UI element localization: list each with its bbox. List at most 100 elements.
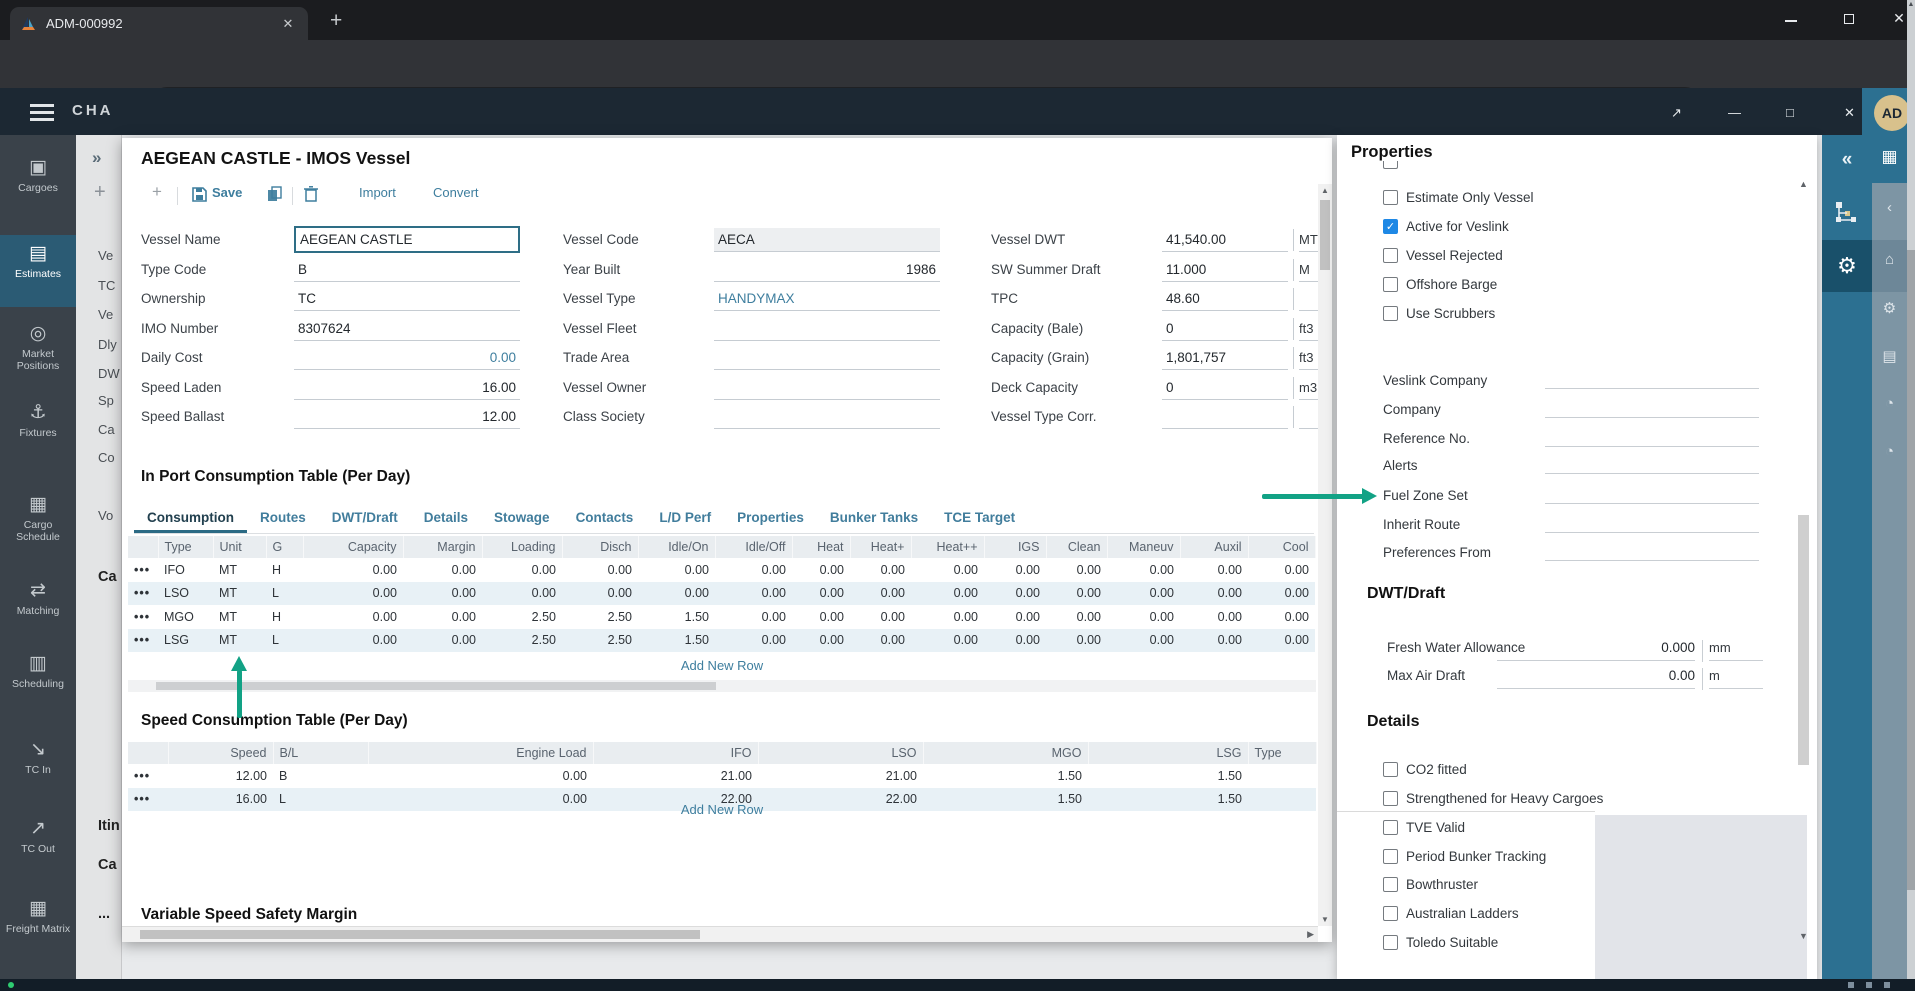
field-input-vessel-dwt[interactable]: 41,540.00 [1162, 228, 1288, 252]
browser-close-button[interactable]: ✕ [1890, 10, 1908, 26]
field-input-capacity-bale-[interactable]: 0 [1162, 317, 1288, 341]
field-input-vessel-fleet[interactable] [714, 317, 940, 341]
collapse-panel-icon[interactable]: « [1822, 149, 1872, 171]
sidebar-item-cargoes[interactable]: ▣Cargoes [0, 149, 76, 221]
cell[interactable]: LSO [158, 582, 213, 606]
checkbox[interactable] [1383, 277, 1398, 292]
field-input-class-society[interactable] [714, 405, 940, 429]
property-field-input[interactable] [1545, 398, 1759, 418]
field-input-ownership[interactable]: TC [294, 287, 520, 311]
cell[interactable]: 0.00 [1248, 558, 1315, 582]
cell[interactable]: 0.00 [403, 558, 482, 582]
backdrop-ellipsis-button[interactable]: ... [98, 906, 124, 922]
cell[interactable]: 0.00 [303, 582, 403, 606]
cell[interactable]: 0.00 [403, 605, 482, 629]
tab-bunker-tanks[interactable]: Bunker Tanks [817, 504, 931, 533]
tab-contacts[interactable]: Contacts [563, 504, 647, 533]
checkbox[interactable] [1383, 935, 1398, 950]
property-field-input[interactable] [1545, 369, 1759, 389]
cell[interactable]: 0.00 [1248, 629, 1315, 653]
cell[interactable]: 0.00 [911, 605, 984, 629]
row-handle-icon[interactable]: ••• [128, 764, 168, 788]
cell[interactable]: 0.00 [1248, 582, 1315, 606]
cell[interactable]: 0.00 [850, 605, 911, 629]
cell[interactable]: B [273, 764, 368, 788]
dialog-vertical-scrollbar[interactable]: ▲ ▼ [1318, 184, 1332, 926]
app-close-icon[interactable]: ✕ [1844, 105, 1855, 121]
taskbar-icon[interactable] [1848, 982, 1854, 988]
browser-maximize-button[interactable] [1840, 12, 1858, 28]
delete-icon[interactable] [304, 186, 318, 202]
scroll-up-icon[interactable]: ▲ [1321, 186, 1329, 195]
settings-rail-item[interactable]: ⚙ [1822, 240, 1872, 292]
cell[interactable]: 0.00 [303, 629, 403, 653]
add-icon[interactable]: + [152, 182, 162, 202]
cell[interactable]: L [266, 629, 303, 653]
app-minimize-icon[interactable]: — [1728, 105, 1741, 120]
field-input-sw-summer-draft[interactable]: 11.000 [1162, 258, 1288, 282]
cell[interactable]: 0.00 [1180, 605, 1248, 629]
cell[interactable]: 0.00 [911, 629, 984, 653]
cell[interactable]: MT [213, 629, 266, 653]
cell[interactable]: MT [213, 558, 266, 582]
cell[interactable]: 1.50 [638, 605, 715, 629]
checkbox[interactable]: ✓ [1383, 219, 1398, 234]
cell[interactable]: 0.00 [303, 558, 403, 582]
cell[interactable]: 0.00 [984, 582, 1046, 606]
checkbox[interactable] [1383, 820, 1398, 835]
cell[interactable]: 0.00 [911, 558, 984, 582]
field-input-trade-area[interactable] [714, 346, 940, 370]
cell[interactable]: L [266, 582, 303, 606]
checkbox-row-toledo-suitable[interactable]: Toledo Suitable [1383, 935, 1498, 950]
cell[interactable]: 0.00 [792, 605, 850, 629]
cell[interactable]: 0.00 [715, 582, 792, 606]
app-maximize-icon[interactable]: □ [1786, 105, 1794, 120]
row-handle-icon[interactable]: ••• [128, 582, 158, 606]
field-input-vessel-type-corr-[interactable] [1162, 405, 1288, 429]
progress-icon[interactable]: ◔ [1872, 443, 1907, 460]
field-input[interactable]: 0.00 [1497, 668, 1695, 689]
table-horizontal-scrollbar[interactable] [128, 680, 1316, 692]
field-input-vessel-owner[interactable] [714, 376, 940, 400]
cell[interactable]: 0.00 [911, 582, 984, 606]
add-new-row-link[interactable]: Add New Row [128, 658, 1316, 673]
cell[interactable]: 0.00 [482, 582, 562, 606]
row-handle-icon[interactable]: ••• [128, 558, 158, 582]
cell[interactable]: MT [213, 605, 266, 629]
progress-icon[interactable]: ◔ [1872, 395, 1907, 412]
new-tab-button[interactable]: + [330, 10, 342, 32]
cell[interactable]: 1.50 [923, 764, 1088, 788]
cell[interactable]: 0.00 [850, 629, 911, 653]
checkbox-row-vessel-rejected[interactable]: Vessel Rejected [1383, 248, 1503, 263]
cell[interactable]: 0.00 [1180, 629, 1248, 653]
gear-icon[interactable]: ⚙ [1872, 299, 1907, 317]
cell[interactable]: 0.00 [482, 558, 562, 582]
tab-consumption[interactable]: Consumption [134, 504, 247, 533]
field-input-speed-ballast[interactable]: 12.00 [294, 405, 520, 429]
field-input[interactable]: 0.000 [1497, 640, 1695, 661]
cell[interactable]: H [266, 558, 303, 582]
convert-button[interactable]: Convert [433, 185, 479, 200]
sidebar-item-estimates[interactable]: ▤Estimates [0, 235, 76, 307]
cell[interactable]: H [266, 605, 303, 629]
field-input-capacity-grain-[interactable]: 1,801,757 [1162, 346, 1288, 370]
sidebar-item-fixtures[interactable]: ⚓Fixtures [0, 394, 76, 466]
checkbox-row-active-for-veslink[interactable]: ✓Active for Veslink [1383, 219, 1509, 234]
cell[interactable]: 0.00 [303, 605, 403, 629]
user-avatar[interactable]: AD [1874, 95, 1910, 131]
cell[interactable]: 0.00 [403, 629, 482, 653]
cell[interactable]: 1.50 [1088, 764, 1248, 788]
cell[interactable]: 0.00 [562, 582, 638, 606]
cell[interactable]: 0.00 [715, 605, 792, 629]
scroll-right-icon[interactable]: ▶ [1307, 929, 1314, 940]
checkbox[interactable] [1383, 306, 1398, 321]
cell[interactable]: 0.00 [1180, 558, 1248, 582]
property-field-input[interactable] [1545, 541, 1759, 561]
row-handle-icon[interactable]: ••• [128, 629, 158, 653]
cell[interactable]: 0.00 [984, 558, 1046, 582]
hierarchy-icon[interactable] [1835, 201, 1859, 225]
add-new-row-link-2[interactable]: Add New Row [128, 802, 1316, 817]
cell[interactable]: 0.00 [1180, 582, 1248, 606]
tab-properties[interactable]: Properties [724, 504, 817, 533]
home-icon[interactable]: ⌂ [1872, 251, 1907, 268]
